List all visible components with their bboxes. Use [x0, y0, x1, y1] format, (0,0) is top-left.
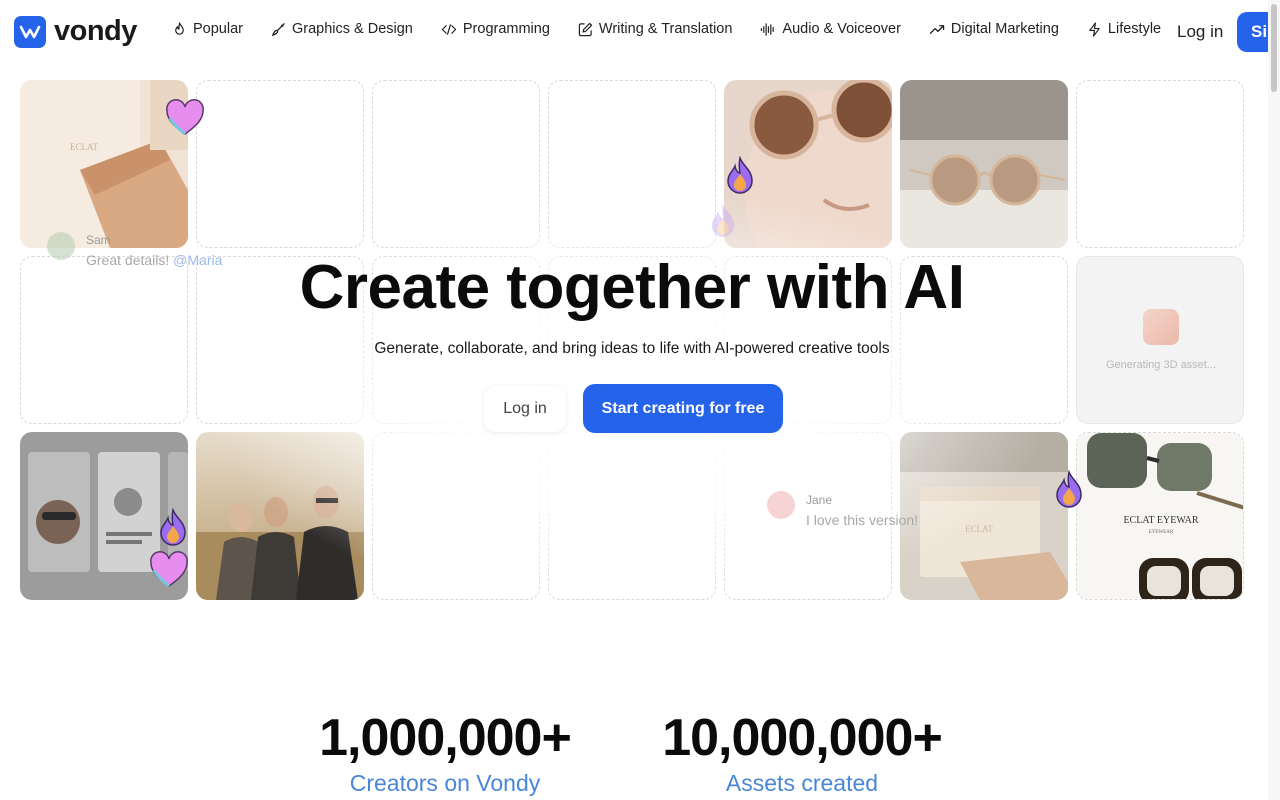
nav-item-popular[interactable]: Popular — [172, 21, 243, 37]
vondy-logo[interactable]: vondy — [14, 15, 137, 48]
trending-up-icon — [929, 24, 945, 34]
nav-item-graphics-design[interactable]: Graphics & Design — [271, 21, 413, 37]
stat-label: Creators on Vondy — [349, 770, 541, 796]
comment-author: Jane — [806, 493, 833, 507]
nav-item-label: Digital Marketing — [950, 21, 1059, 37]
nav-item-audio-voiceover[interactable]: Audio & Voiceover — [760, 21, 901, 37]
avatar — [767, 491, 795, 519]
gallery-image-three-people-field[interactable] — [196, 432, 364, 600]
gallery-image-leather-case[interactable]: ECLAT — [20, 80, 188, 248]
pencil-square-icon — [578, 22, 593, 36]
nav-item-label: Graphics & Design — [291, 21, 413, 37]
gallery-image-eclat-eyewear[interactable]: ECLAT EYEWAR EYEWEAR — [1076, 432, 1244, 600]
eclat-eyewear-sublabel: EYEWEAR — [1149, 530, 1174, 535]
fire-icon — [175, 21, 184, 35]
category-nav: Popular Graphics & Design Programming Wr… — [172, 21, 1189, 37]
nav-item-writing-translation[interactable]: Writing & Translation — [578, 21, 733, 37]
nav-item-digital-marketing[interactable]: Digital Marketing — [929, 21, 1059, 37]
nav-item-label: Popular — [193, 21, 243, 37]
gallery-image-round-sunglasses[interactable] — [900, 80, 1068, 248]
comment-text: I love this version! — [806, 512, 919, 528]
nav-item-label: Lifestyle — [1107, 21, 1162, 37]
vondy-logo-icon — [14, 15, 46, 48]
generating-asset-status: Generating 3D asset... — [1105, 359, 1217, 371]
comment-author: Sam — [86, 233, 111, 247]
empty-slot — [372, 432, 540, 600]
box-brand-label: ECLAT — [965, 524, 994, 534]
hero-subtitle: Generate, collaborate, and bring ideas t… — [374, 340, 890, 357]
fire-reaction-icon — [711, 204, 735, 237]
nav-item-programming[interactable]: Programming — [441, 21, 550, 37]
eclat-eyewear-label: ECLAT EYEWAR — [1123, 515, 1198, 526]
gallery-image-eyewear-box[interactable]: ECLAT — [900, 432, 1068, 600]
nav-item-label: Audio & Voiceover — [782, 21, 901, 37]
heart-reaction-icon — [150, 551, 188, 588]
hero-title: Create together with AI — [299, 253, 965, 322]
stat-value: 1,000,000+ — [319, 709, 572, 767]
fire-reaction-icon — [727, 156, 753, 194]
heart-reaction-icon — [166, 99, 204, 136]
page-scrollbar[interactable] — [1268, 0, 1280, 800]
empty-slot — [548, 432, 716, 600]
brush-icon — [271, 22, 285, 36]
nav-item-lifestyle[interactable]: Lifestyle — [1087, 21, 1161, 37]
empty-slot — [196, 80, 364, 248]
fire-reaction-icon — [1056, 470, 1082, 508]
scrollbar-thumb[interactable] — [1271, 4, 1277, 92]
waveform-icon — [761, 22, 775, 36]
stat-label: Assets created — [725, 770, 879, 796]
start-creating-button[interactable]: Start creating for free — [583, 384, 783, 433]
stat-assets: 10,000,000+ Assets created — [642, 708, 962, 797]
hero-login-button[interactable]: Log in — [484, 386, 566, 432]
stat-value: 10,000,000+ — [662, 709, 943, 767]
nav-item-label: Programming — [462, 21, 550, 37]
empty-slot — [1076, 80, 1244, 248]
fire-reaction-icon — [160, 508, 186, 546]
nav-item-label: Writing & Translation — [598, 21, 733, 37]
top-nav-bar: vondy Popular Graphics & Design Programm… — [0, 0, 1280, 64]
lightning-icon — [1089, 21, 1100, 37]
case-brand-label: ECLAT — [70, 142, 99, 152]
code-icon — [441, 23, 457, 35]
brand-name: vondy — [54, 15, 137, 47]
empty-slot — [372, 80, 540, 248]
stat-creators: 1,000,000+ Creators on Vondy — [300, 708, 590, 797]
header-login-link[interactable]: Log in — [1177, 22, 1223, 42]
empty-slot — [548, 80, 716, 248]
